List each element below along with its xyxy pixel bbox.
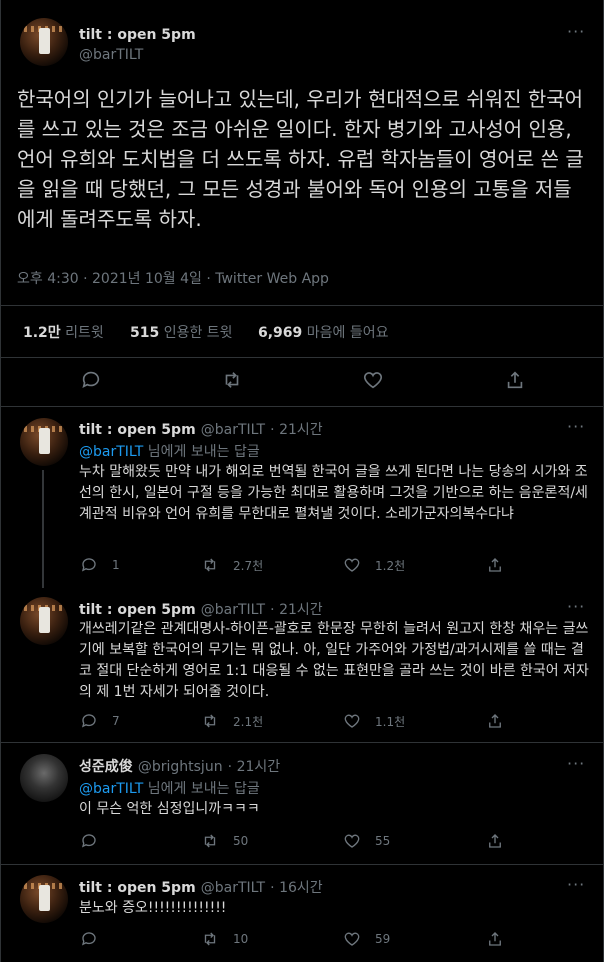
reply-button[interactable] [80,369,102,391]
avatar[interactable] [20,875,68,923]
author-name[interactable]: tilt : open 5pm [79,24,196,43]
heart-icon [344,932,360,946]
tweet-thread: tilt : open 5pm @barTILT ··· 한국어의 인기가 늘어… [0,0,604,962]
tweet-text: 한국어의 인기가 늘어나고 있는데, 우리가 현대적으로 쉬워진 한국어를 쓰고… [17,87,584,231]
reply-text: 누차 말해왔듯 만약 내가 해외로 번역될 한국어 글을 쓰게 된다면 나는 당… [79,464,588,522]
share-icon [507,371,523,389]
heart-icon [344,558,360,572]
tweet-meta[interactable]: 오후 4:30 · 2021년 10월 4일 · Twitter Web App [17,268,329,288]
more-options-icon[interactable]: ··· [567,754,585,773]
mention-link[interactable]: @barTILT [79,781,143,797]
author-handle[interactable]: @barTILT [79,44,143,63]
reply-button[interactable] [80,832,112,850]
reply-icon [82,371,100,388]
reply-header[interactable]: tilt : open 5pm @barTILT · 21시간 [79,599,323,619]
reply-header[interactable]: tilt : open 5pm @barTILT · 16시간 [79,877,323,897]
reply-button[interactable]: 1 [80,556,120,574]
share-icon [489,714,501,728]
reply-button[interactable] [80,930,112,948]
share-icon [489,558,501,572]
like-button[interactable]: 55 [343,832,390,850]
reply-icon [81,558,96,572]
share-button[interactable] [486,930,504,948]
more-options-icon[interactable]: ··· [567,875,585,894]
share-button[interactable] [486,556,504,574]
reply-header[interactable]: tilt : open 5pm @barTILT · 21시간 [79,419,323,439]
like-button[interactable]: 1.1천 [343,712,405,730]
retweet-icon [225,372,239,388]
more-options-icon[interactable]: ··· [567,417,585,436]
share-button[interactable] [486,712,504,730]
quotes-stat[interactable]: 515 인용한 트윗 [130,322,233,342]
retweet-icon [204,834,216,848]
heart-icon [344,714,360,728]
mention-link[interactable]: @barTILT [79,444,143,460]
avatar[interactable] [20,754,68,802]
more-options-icon[interactable]: ··· [567,22,585,41]
reply-header[interactable]: 성준成俊 @brightsjun · 21시간 [79,756,280,776]
like-button[interactable]: 59 [343,930,390,948]
avatar[interactable] [20,18,68,66]
share-icon [489,834,501,848]
share-icon [489,932,501,946]
like-button[interactable]: 1.2천 [343,556,405,574]
retweet-icon [204,558,216,572]
heart-icon [363,372,383,389]
more-options-icon[interactable]: ··· [567,597,585,616]
reply-icon [81,834,96,848]
reply-icon [81,932,96,946]
reply-text: 이 무슨 억한 심정입니까ㅋㅋㅋ [79,801,260,817]
retweets-stat[interactable]: 1.2만 리트윗 [23,322,104,342]
retweet-icon [204,714,216,728]
reply-to-line: @barTILT 님에게 보내는 답글 [79,781,260,797]
avatar[interactable] [20,418,68,466]
share-button[interactable] [504,369,526,391]
like-button[interactable] [362,369,384,391]
reply-text: 개쓰레기같은 관계대명사-하이픈-괄호로 한문장 무한히 늘려서 원고지 한창 … [79,621,589,700]
reply-to-line: @barTILT 님에게 보내는 답글 [79,444,260,460]
retweet-icon [204,932,216,946]
thread-line [42,470,44,588]
retweet-button[interactable]: 50 [201,832,248,850]
share-button[interactable] [486,832,504,850]
heart-icon [344,834,360,848]
reply-text: 분노와 증오!!!!!!!!!!!!!! [79,900,227,916]
avatar[interactable] [20,597,68,645]
retweet-button[interactable] [221,369,243,391]
retweet-button[interactable]: 10 [201,930,248,948]
retweet-button[interactable]: 2.7천 [201,556,263,574]
retweet-button[interactable]: 2.1천 [201,712,263,730]
likes-stat[interactable]: 6,969 마음에 들어요 [258,322,388,342]
reply-icon [81,714,96,728]
reply-button[interactable]: 7 [80,712,120,730]
